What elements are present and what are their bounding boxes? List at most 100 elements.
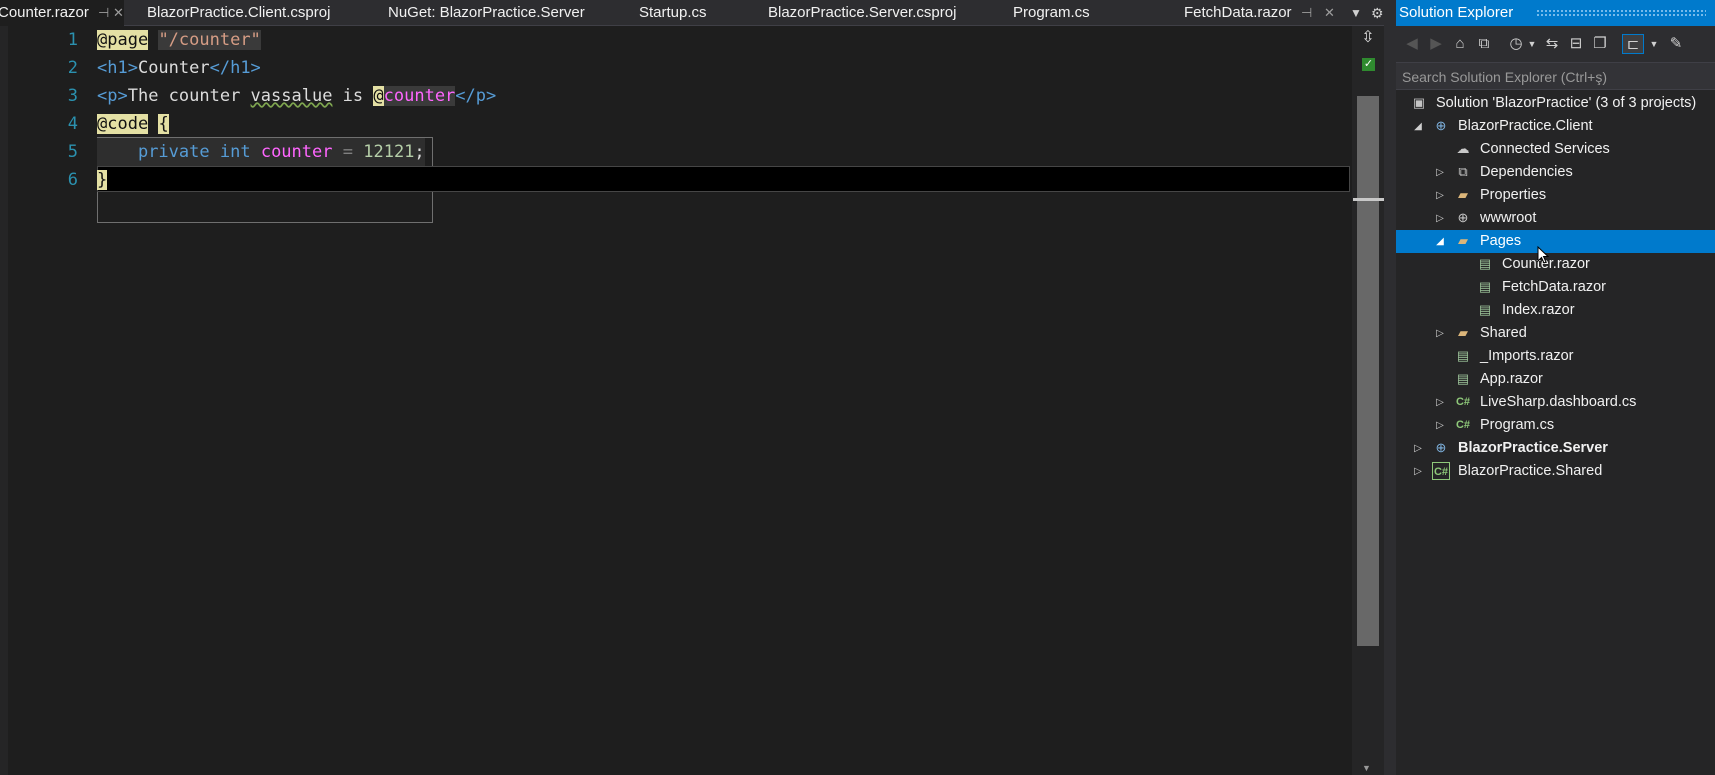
tree-item-shared-project[interactable]: ▷ C# BlazorPractice.Shared <box>1396 460 1715 483</box>
tab-startup-cs[interactable]: Startup.cs <box>639 0 707 26</box>
tree-item-server-project[interactable]: ▷ ⊕ BlazorPractice.Server <box>1396 437 1715 460</box>
collapsed-arrow-icon[interactable]: ▷ <box>1434 207 1446 230</box>
code-line[interactable]: 5 private int counter = 12121; <box>0 138 1352 166</box>
tree-item-program-cs[interactable]: ▷ C# Program.cs <box>1396 414 1715 437</box>
collapse-all-icon[interactable]: ⊟ <box>1566 34 1586 54</box>
tree-item-counter-razor[interactable]: ▤ Counter.razor <box>1396 253 1715 276</box>
code-line-current[interactable]: 6 } <box>0 166 1352 194</box>
solution-icon: ▣ <box>1412 95 1426 110</box>
home-icon[interactable]: ⌂ <box>1450 34 1470 54</box>
html-tag: </h1> <box>209 58 261 78</box>
tree-item-livesharp-dashboard-cs[interactable]: ▷ C# LiveSharp.dashboard.cs <box>1396 391 1715 414</box>
tab-client-csproj[interactable]: BlazorPractice.Client.csproj <box>147 0 330 26</box>
search-input[interactable] <box>1400 65 1704 89</box>
tree-item-label: Dependencies <box>1480 164 1573 180</box>
expanded-arrow-icon[interactable]: ◢ <box>1434 230 1446 253</box>
folder-open-icon: ▰ <box>1458 233 1468 248</box>
tab-server-csproj[interactable]: BlazorPractice.Server.csproj <box>768 0 956 26</box>
html-tag: </p> <box>455 86 497 106</box>
tree-item-solution[interactable]: ▣ Solution 'BlazorPractice' (3 of 3 proj… <box>1396 92 1715 115</box>
code-area[interactable]: 1 @page "/counter" 2 <h1>Counter</h1> 3 … <box>0 26 1352 775</box>
tab-overflow-dropdown-icon[interactable]: ▼ <box>1350 0 1362 26</box>
line-number: 1 <box>67 30 78 50</box>
text-content: is <box>332 86 374 106</box>
razor-file-icon: ▤ <box>1478 279 1492 294</box>
tree-item-wwwroot[interactable]: ▷ ⊕ wwwroot <box>1396 207 1715 230</box>
tab-nuget-server[interactable]: NuGet: BlazorPractice.Server <box>388 0 585 26</box>
vertical-scrollbar[interactable]: ⇳ ✓ ▼ <box>1352 26 1385 775</box>
tree-item-pages[interactable]: ◢ ▰ Pages <box>1396 230 1715 253</box>
collapsed-arrow-icon[interactable]: ▷ <box>1434 322 1446 345</box>
razor-file-icon: ▤ <box>1456 348 1470 363</box>
semicolon: ; <box>414 142 425 162</box>
tree-item-client-project[interactable]: ◢ ⊕ BlazorPractice.Client <box>1396 115 1715 138</box>
pin-icon[interactable]: ⊣ <box>1301 0 1312 26</box>
tab-label: BlazorPractice.Server.csproj <box>768 4 957 21</box>
code-line[interactable]: 3 <p>The counter vassalue is @counter</p… <box>0 82 1352 110</box>
gear-icon[interactable]: ⚙ <box>1371 0 1384 26</box>
html-tag: <p> <box>97 86 128 106</box>
tree-item-app-razor[interactable]: ▤ App.razor <box>1396 368 1715 391</box>
razor-file-icon: ▤ <box>1478 256 1492 271</box>
close-icon[interactable]: ✕ <box>1324 0 1335 26</box>
code-line[interactable]: 2 <h1>Counter</h1> <box>0 54 1352 82</box>
dropdown-arrow-icon[interactable]: ▼ <box>1522 34 1542 54</box>
tab-label: Startup.cs <box>639 4 707 21</box>
wrench-icon[interactable]: ✎ <box>1666 34 1686 54</box>
web-project-icon: ⊕ <box>1435 118 1447 133</box>
tab-label: NuGet: BlazorPractice.Server <box>388 4 585 21</box>
tab-counter-razor[interactable]: Counter.razor ⊣ ✕ <box>0 0 124 26</box>
collapsed-arrow-icon[interactable]: ▷ <box>1434 414 1446 437</box>
line-number: 5 <box>67 142 78 162</box>
tree-item-connected-services[interactable]: ☁ Connected Services <box>1396 138 1715 161</box>
show-all-files-icon[interactable]: ❐ <box>1590 34 1610 54</box>
dropdown-arrow-icon[interactable]: ▼ <box>1644 34 1664 54</box>
scrollbar-thumb[interactable] <box>1357 96 1379 646</box>
tree-item-dependencies[interactable]: ▷ ⧉ Dependencies <box>1396 161 1715 184</box>
code-line[interactable]: 1 @page "/counter" <box>0 26 1352 54</box>
csharp-project-icon: C# <box>1432 462 1450 480</box>
tab-fetchdata-razor[interactable]: FetchData.razor ⊣ ✕ <box>1184 0 1339 26</box>
pin-icon[interactable]: ⊣ <box>98 0 109 26</box>
html-tag: <h1> <box>97 58 138 78</box>
field-name: counter <box>260 142 333 162</box>
properties-tree-icon[interactable]: ⊏ <box>1622 34 1644 54</box>
tab-program-cs[interactable]: Program.cs <box>1013 0 1090 26</box>
tree-item-index-razor[interactable]: ▤ Index.razor <box>1396 299 1715 322</box>
folder-icon: ▰ <box>1458 325 1468 340</box>
razor-file-icon: ▤ <box>1456 371 1470 386</box>
panel-title-bar[interactable]: Solution Explorer <box>1396 0 1715 26</box>
solution-explorer-search[interactable] <box>1396 62 1715 90</box>
razor-at-symbol: @ <box>373 86 384 106</box>
sync-with-document-icon[interactable]: ⇆ <box>1542 34 1562 54</box>
collapsed-arrow-icon[interactable]: ▷ <box>1412 460 1424 483</box>
tree-item-fetchdata-razor[interactable]: ▤ FetchData.razor <box>1396 276 1715 299</box>
razor-directive: @code <box>97 114 149 134</box>
tree-item-imports-razor[interactable]: ▤ _Imports.razor <box>1396 345 1715 368</box>
switch-views-icon[interactable]: ⧉ <box>1474 34 1494 54</box>
split-window-icon[interactable]: ⇳ <box>1360 30 1376 46</box>
tree-item-shared[interactable]: ▷ ▰ Shared <box>1396 322 1715 345</box>
back-icon[interactable]: ◀ <box>1402 34 1422 54</box>
collapsed-arrow-icon[interactable]: ▷ <box>1434 391 1446 414</box>
code-line[interactable]: 4 @code { <box>0 110 1352 138</box>
csharp-file-icon: C# <box>1455 419 1471 431</box>
expanded-arrow-icon[interactable]: ◢ <box>1412 115 1424 138</box>
forward-icon[interactable]: ▶ <box>1426 34 1446 54</box>
line-number: 6 <box>67 170 78 190</box>
collapsed-arrow-icon[interactable]: ▷ <box>1434 184 1446 207</box>
tree-item-properties[interactable]: ▷ ▰ Properties <box>1396 184 1715 207</box>
scroll-down-arrow-icon[interactable]: ▼ <box>1362 763 1371 773</box>
csharp-file-icon: C# <box>1455 396 1471 408</box>
globe-icon: ⊕ <box>1457 210 1469 225</box>
collapsed-arrow-icon[interactable]: ▷ <box>1412 437 1424 460</box>
collapsed-arrow-icon[interactable]: ▷ <box>1434 161 1446 184</box>
spelling-error-text: vassalue <box>250 86 333 106</box>
mouse-cursor-icon <box>1537 246 1549 264</box>
panel-splitter[interactable] <box>1384 0 1396 775</box>
web-project-icon: ⊕ <box>1435 440 1447 455</box>
razor-file-icon: ▤ <box>1478 302 1492 317</box>
tab-label: Program.cs <box>1013 4 1090 21</box>
close-icon[interactable]: ✕ <box>113 0 124 26</box>
solution-explorer-toolbar: ◀ ▶ ⌂ ⧉ ◷ ▼ ⇆ ⊟ ❐ ⊏ ▼ ✎ <box>1396 26 1715 62</box>
